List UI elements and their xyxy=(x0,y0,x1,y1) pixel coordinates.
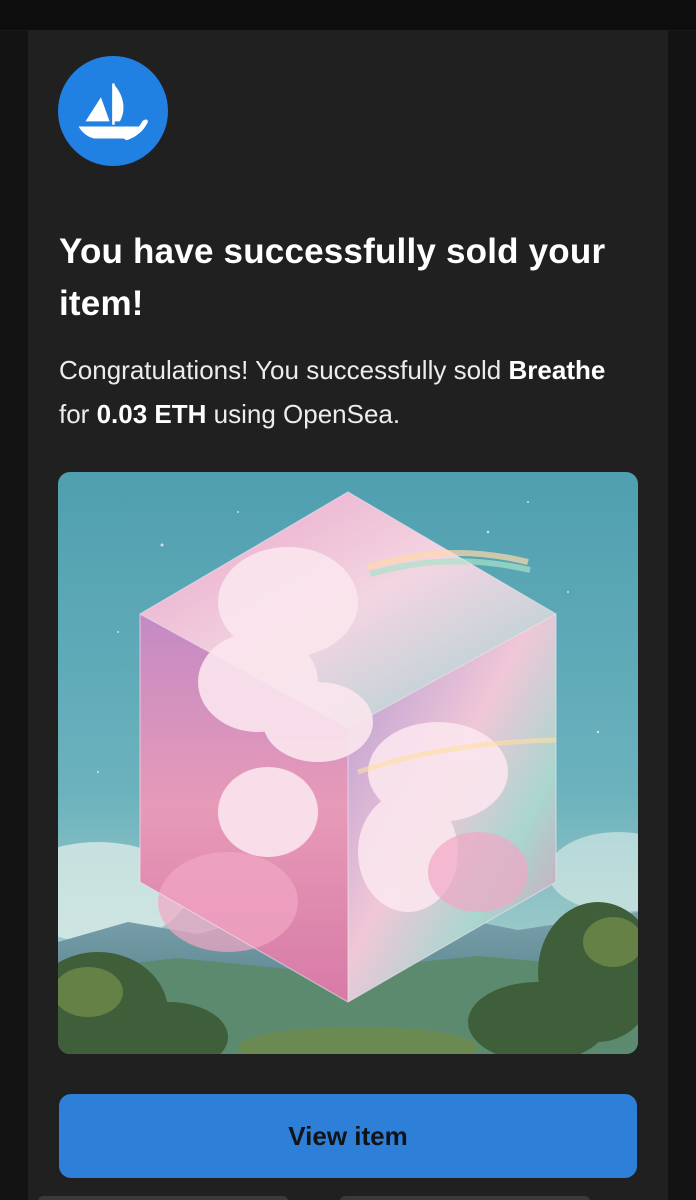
sale-message: Congratulations! You successfully sold B… xyxy=(59,348,629,436)
opensea-logo xyxy=(58,56,168,166)
bottom-pill-right xyxy=(340,1196,590,1200)
page-title: You have successfully sold your item! xyxy=(59,232,606,323)
nft-artwork-image[interactable] xyxy=(58,472,638,1054)
email-card: You have successfully sold your item! Co… xyxy=(28,30,668,1200)
message-for: for xyxy=(59,399,90,429)
message-intro: Congratulations! You successfully sold xyxy=(59,355,502,385)
bottom-pill-left xyxy=(38,1196,288,1200)
message-outro: using OpenSea. xyxy=(213,399,401,429)
item-name: Breathe xyxy=(508,355,606,385)
view-item-button[interactable]: View item xyxy=(59,1094,637,1178)
top-bar xyxy=(0,0,696,31)
sale-price: 0.03 ETH xyxy=(96,399,207,429)
ship-icon xyxy=(78,83,148,141)
email-viewer: You have successfully sold your item! Co… xyxy=(0,0,696,1200)
